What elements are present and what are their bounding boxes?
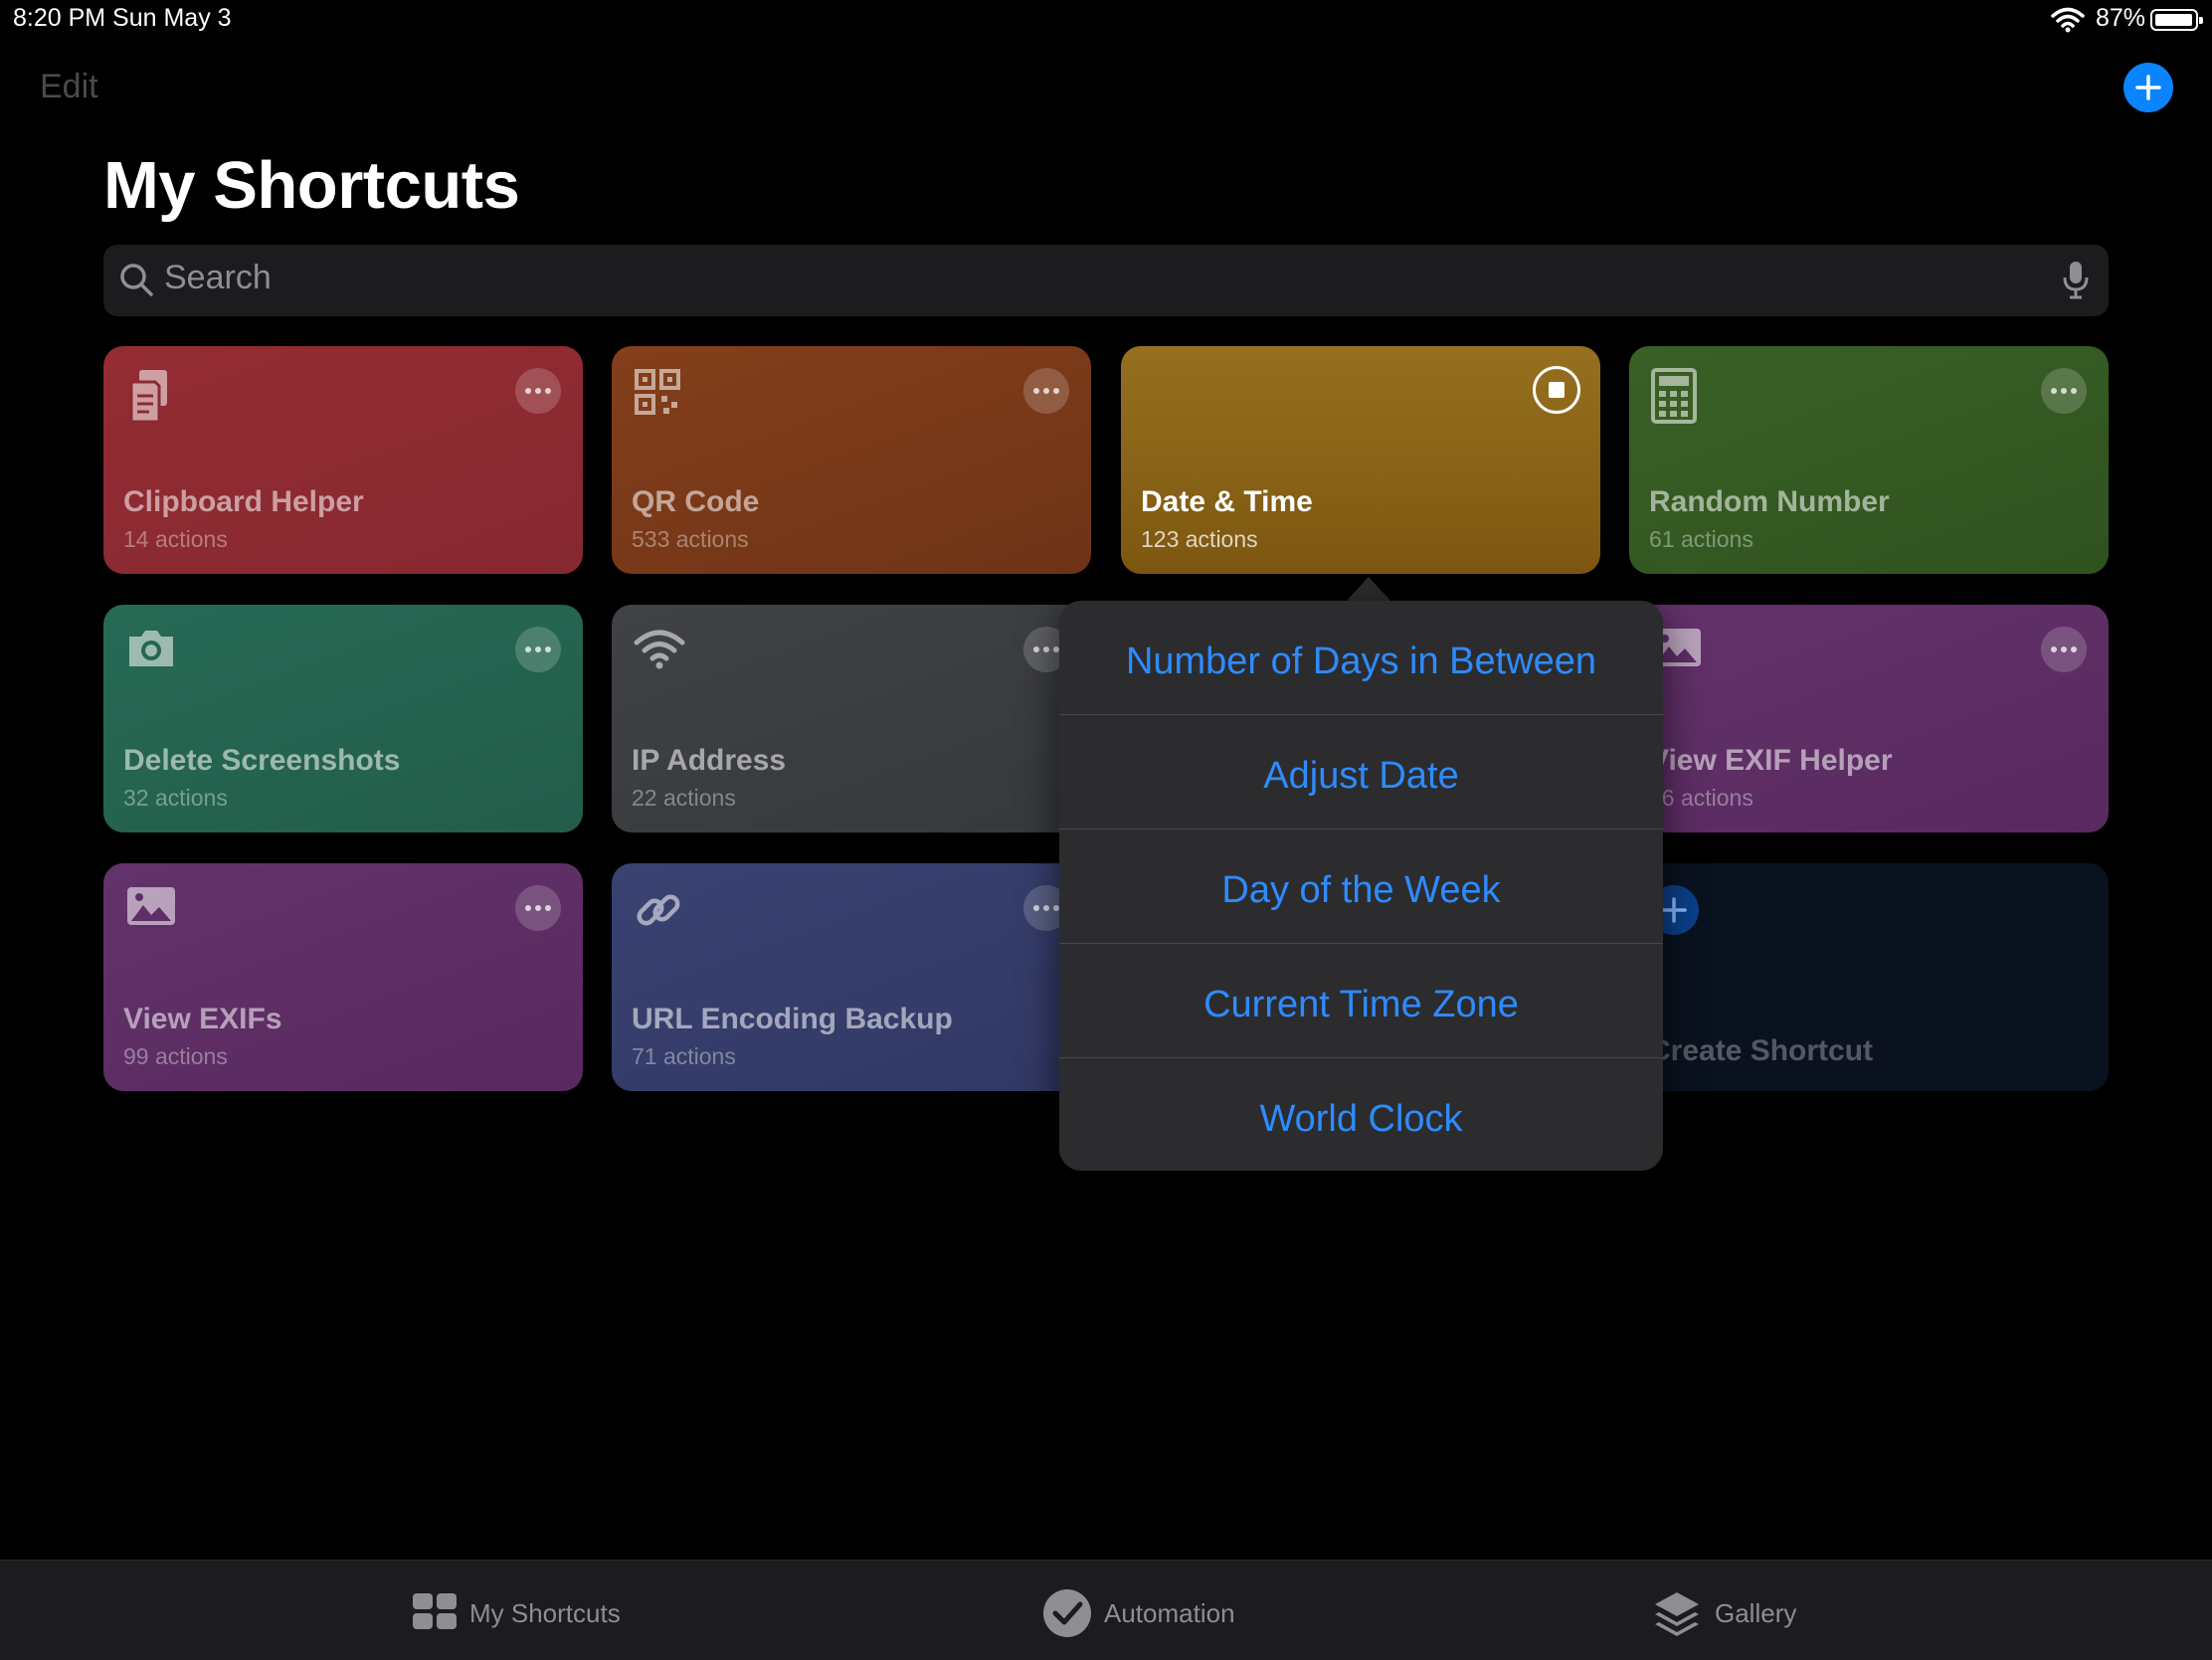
menu-separator <box>1059 943 1663 944</box>
tab-bar: My Shortcuts Automation Gallery <box>0 1560 2212 1660</box>
tab-label: Automation <box>1104 1598 1235 1628</box>
search-placeholder: Search <box>164 259 272 296</box>
shortcut-tile-qr-code[interactable]: QR Code 533 actions <box>612 346 1091 574</box>
search-icon <box>119 263 155 303</box>
more-options-button[interactable] <box>515 885 561 931</box>
search-input[interactable]: Search <box>103 245 2109 316</box>
tab-label: Gallery <box>1715 1598 1797 1628</box>
link-icon <box>634 885 683 935</box>
more-options-button[interactable] <box>2041 368 2087 414</box>
shortcut-tile-ip-address[interactable]: IP Address 22 actions <box>612 605 1091 832</box>
shortcut-action-count: 14 actions <box>123 526 228 552</box>
menu-item-number-of-days-in-between[interactable]: Number of Days in Between <box>1059 605 1663 718</box>
grid-icon <box>412 1592 458 1635</box>
shortcut-action-count: 533 actions <box>632 526 749 552</box>
shortcut-tile-view-exifs[interactable]: View EXIFs 99 actions <box>103 863 583 1091</box>
layers-icon <box>1653 1588 1701 1641</box>
shortcut-action-count: 22 actions <box>632 785 736 811</box>
menu-separator <box>1059 829 1663 830</box>
more-options-button[interactable] <box>515 627 561 672</box>
shortcut-action-count: 32 actions <box>123 785 228 811</box>
menu-item-current-time-zone[interactable]: Current Time Zone <box>1059 948 1663 1061</box>
shortcut-action-count: 61 actions <box>1649 526 1753 552</box>
shortcut-name: URL Encoding Backup <box>632 1003 953 1035</box>
shortcut-name: Delete Screenshots <box>123 744 401 777</box>
stop-icon <box>1549 382 1565 398</box>
tab-label: My Shortcuts <box>469 1598 621 1628</box>
shortcut-name: View EXIFs <box>123 1003 282 1035</box>
date-time-popover-menu: Number of Days in Between Adjust Date Da… <box>1059 601 1663 1171</box>
more-options-button[interactable] <box>2041 627 2087 672</box>
photo-icon <box>125 885 175 935</box>
shortcut-tile-date-time[interactable]: Date & Time 123 actions <box>1121 346 1600 574</box>
stop-button[interactable] <box>1533 366 1580 414</box>
calculator-icon <box>1651 368 1701 424</box>
shortcut-name: View EXIF Helper <box>1649 744 1893 777</box>
menu-item-day-of-the-week[interactable]: Day of the Week <box>1059 833 1663 947</box>
menu-separator <box>1059 714 1663 715</box>
more-options-button[interactable] <box>515 368 561 414</box>
create-shortcut-tile[interactable]: Create Shortcut <box>1629 863 2109 1091</box>
page-title: My Shortcuts <box>103 148 520 223</box>
create-shortcut-label: Create Shortcut <box>1649 1034 1874 1067</box>
more-options-button[interactable] <box>1023 368 1069 414</box>
shortcut-tile-url-encoding-backup[interactable]: URL Encoding Backup 71 actions <box>612 863 1091 1091</box>
battery-percent: 87% <box>2096 4 2146 32</box>
menu-item-adjust-date[interactable]: Adjust Date <box>1059 719 1663 832</box>
shortcut-action-count: 66 actions <box>1649 785 1753 811</box>
shortcut-tile-delete-screenshots[interactable]: Delete Screenshots 32 actions <box>103 605 583 832</box>
menu-item-world-clock[interactable]: World Clock <box>1059 1062 1663 1176</box>
shortcut-tile-random-number[interactable]: Random Number 61 actions <box>1629 346 2109 574</box>
shortcut-name: QR Code <box>632 485 760 518</box>
shortcut-action-count: 99 actions <box>123 1043 228 1069</box>
shortcut-tile-clipboard-helper[interactable]: Clipboard Helper 14 actions <box>103 346 583 574</box>
shortcut-name: Clipboard Helper <box>123 485 364 518</box>
shortcut-action-count: 71 actions <box>632 1043 736 1069</box>
shortcut-name: Date & Time <box>1141 485 1313 518</box>
shortcut-name: Random Number <box>1649 485 1890 518</box>
menu-separator <box>1059 1057 1663 1058</box>
shortcut-name: IP Address <box>632 744 787 777</box>
add-shortcut-button[interactable] <box>2123 63 2173 112</box>
wifi-status-icon <box>2051 6 2085 34</box>
camera-icon <box>125 627 175 676</box>
checkmark-circle-icon <box>1042 1588 1092 1643</box>
edit-button[interactable]: Edit <box>40 68 98 106</box>
wifi-icon <box>634 627 685 676</box>
plus-icon <box>2135 75 2161 100</box>
status-time: 8:20 PM Sun May 3 <box>13 4 232 32</box>
popover-arrow <box>1345 577 1392 603</box>
microphone-icon[interactable] <box>2061 260 2091 304</box>
battery-icon <box>2150 9 2203 31</box>
clipboard-icon <box>125 368 175 424</box>
shortcut-action-count: 123 actions <box>1141 526 1258 552</box>
qr-code-icon <box>634 368 683 418</box>
shortcut-tile-view-exif-helper[interactable]: View EXIF Helper 66 actions <box>1629 605 2109 832</box>
